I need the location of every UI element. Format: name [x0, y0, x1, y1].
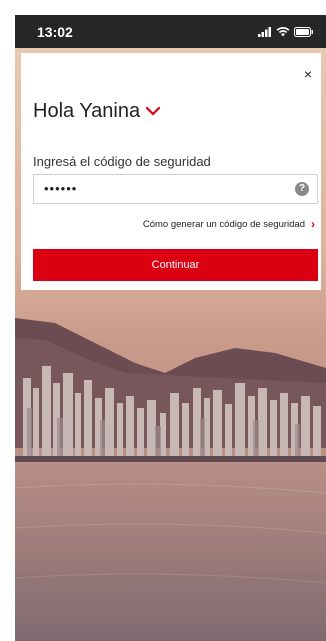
login-card: × Hola Yanina Ingresá el código de segur…: [21, 53, 321, 290]
chevron-down-icon[interactable]: [146, 107, 161, 116]
signal-icon: [258, 26, 271, 37]
continue-button[interactable]: Continuar: [33, 249, 318, 281]
help-link-text: Cómo generar un código de seguridad: [142, 218, 305, 230]
status-time: 13:02: [37, 23, 73, 40]
greeting-text: Hola Yanina: [33, 100, 141, 122]
status-bar: 13:02: [15, 15, 326, 48]
user-greeting[interactable]: Hola Yanina: [33, 100, 161, 123]
phone-screen: 13:02 × Hola Yanina Ingresá el código de…: [15, 15, 326, 641]
status-icons: [258, 26, 314, 37]
security-code-value: ••••••: [44, 181, 78, 196]
generate-code-help-link[interactable]: Cómo generar un código de seguridad ›: [143, 217, 315, 231]
battery-icon: [294, 26, 313, 37]
security-code-input[interactable]: •••••• ?: [33, 174, 318, 204]
help-icon[interactable]: ?: [295, 182, 309, 196]
close-icon[interactable]: ×: [301, 67, 315, 81]
wifi-icon: [276, 26, 290, 36]
chevron-right-icon: ›: [311, 217, 315, 231]
security-code-label: Ingresá el código de seguridad: [33, 154, 211, 169]
